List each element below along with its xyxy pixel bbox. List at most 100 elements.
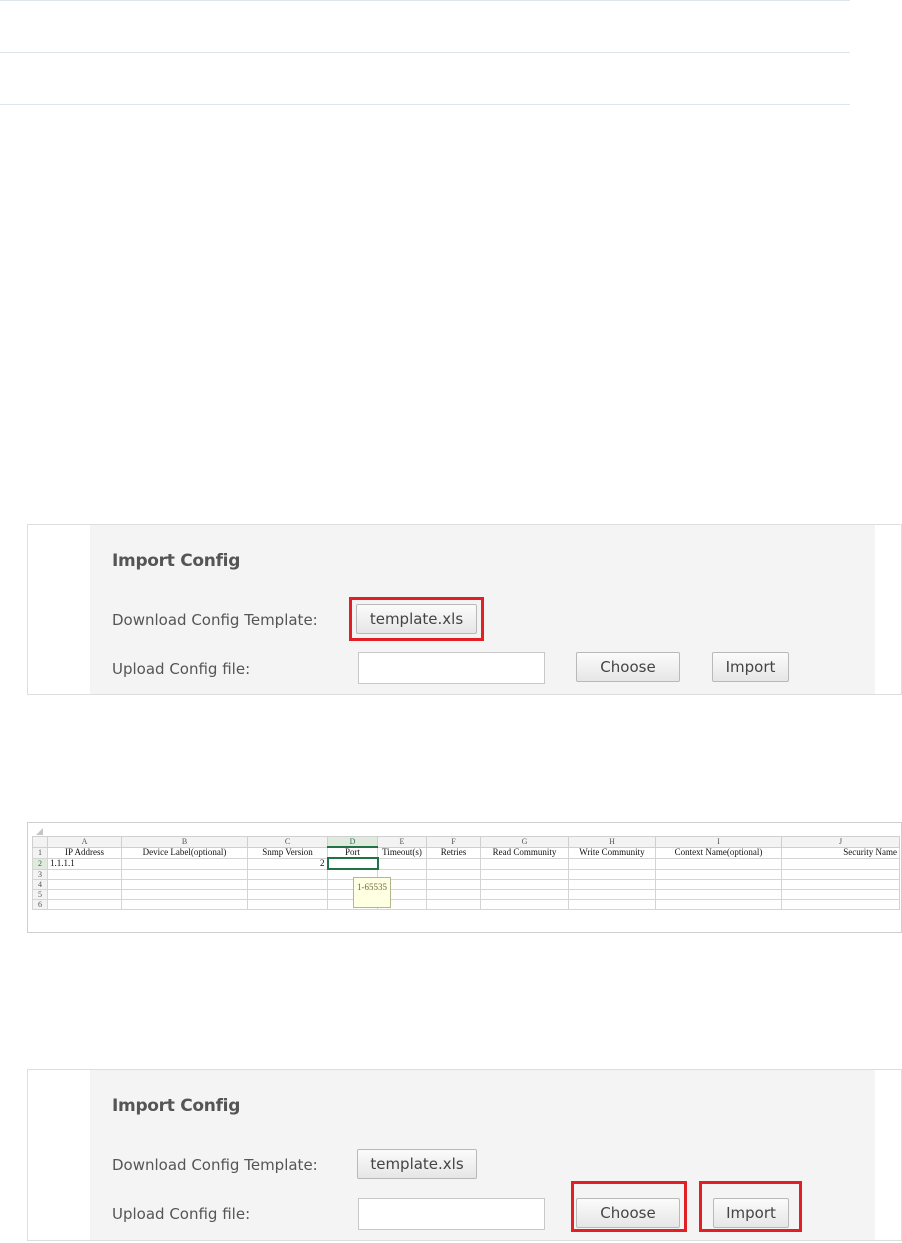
row-number[interactable]: 1 [32, 846, 48, 859]
cell[interactable] [247, 868, 328, 880]
row-number[interactable]: 3 [32, 868, 48, 880]
template-download-button[interactable]: template.xls [356, 604, 477, 634]
header-security-name[interactable]: Security Name [781, 846, 900, 859]
cell[interactable] [121, 868, 248, 880]
cell[interactable] [568, 899, 656, 910]
header-read-community[interactable]: Read Community [480, 846, 569, 859]
column-header-i[interactable]: I [655, 836, 782, 848]
row-number[interactable]: 5 [32, 889, 48, 900]
header-context-name[interactable]: Context Name(optional) [655, 846, 782, 859]
cell[interactable] [655, 899, 782, 910]
upload-file-input[interactable] [358, 652, 545, 684]
cell[interactable] [426, 889, 481, 900]
column-header-d[interactable]: D [327, 836, 378, 848]
port-range-tooltip: 1-65535 [353, 877, 391, 908]
cell[interactable] [247, 879, 328, 890]
choose-file-button[interactable]: Choose [576, 652, 680, 682]
cell[interactable] [47, 889, 122, 900]
row-number[interactable]: 2 [32, 857, 48, 870]
cell[interactable] [480, 857, 569, 870]
cell-ip-address[interactable]: 1.1.1.1 [47, 857, 122, 870]
upload-file-input[interactable] [358, 1198, 545, 1230]
download-template-label: Download Config Template: [112, 1156, 318, 1174]
cell[interactable] [655, 889, 782, 900]
download-template-label: Download Config Template: [112, 611, 318, 629]
row-number[interactable]: 4 [32, 879, 48, 890]
cell[interactable] [47, 899, 122, 910]
column-header-c[interactable]: C [247, 836, 328, 848]
cell[interactable] [121, 879, 248, 890]
table-row: 3 [32, 868, 900, 880]
column-header-h[interactable]: H [568, 836, 656, 848]
cell[interactable] [568, 868, 656, 880]
cell[interactable] [781, 899, 900, 910]
column-header-j[interactable]: J [781, 836, 900, 848]
cell[interactable] [655, 857, 782, 870]
upload-config-label: Upload Config file: [112, 660, 251, 678]
cell[interactable] [121, 857, 248, 870]
spreadsheet-template-preview: A B C D E F G H I J 1 IP Address Device … [27, 822, 902, 933]
import-button[interactable]: Import [712, 652, 789, 682]
header-device-label[interactable]: Device Label(optional) [121, 846, 248, 859]
cell[interactable] [247, 899, 328, 910]
cell[interactable] [426, 857, 481, 870]
panel-title: Import Config [112, 551, 241, 571]
column-header-e[interactable]: E [377, 836, 427, 848]
column-header-a[interactable]: A [47, 836, 122, 848]
import-button[interactable]: Import [713, 1198, 789, 1228]
cell[interactable] [47, 879, 122, 890]
header-ip-address[interactable]: IP Address [47, 846, 122, 859]
table-row: 5 [32, 889, 900, 900]
cell-port-active[interactable] [326, 857, 379, 870]
cell[interactable] [426, 868, 481, 880]
cell[interactable] [655, 879, 782, 890]
cell[interactable] [568, 857, 656, 870]
cell-snmp-version[interactable]: 2 [247, 857, 328, 870]
header-row: 1 IP Address Device Label(optional) Snmp… [32, 846, 900, 859]
cell[interactable] [377, 857, 427, 870]
cell[interactable] [480, 868, 569, 880]
cell[interactable] [480, 899, 569, 910]
cell[interactable] [568, 889, 656, 900]
header-timeout[interactable]: Timeout(s) [377, 846, 427, 859]
import-config-panel: Import Config Download Config Template: … [90, 1070, 875, 1240]
divider-line [0, 0, 850, 1]
cell[interactable] [121, 899, 248, 910]
corner-cell [32, 836, 48, 848]
cell[interactable] [426, 879, 481, 890]
table-row: 2 1.1.1.1 2 [32, 857, 900, 870]
panel-title: Import Config [112, 1096, 241, 1116]
column-header-row: A B C D E F G H I J [32, 836, 900, 848]
cell[interactable] [480, 889, 569, 900]
column-header-g[interactable]: G [480, 836, 569, 848]
header-retries[interactable]: Retries [426, 846, 481, 859]
cell[interactable] [655, 868, 782, 880]
cell[interactable] [781, 857, 900, 870]
import-config-panel: Import Config Download Config Template: … [90, 525, 875, 694]
header-write-community[interactable]: Write Community [568, 846, 656, 859]
select-all-corner[interactable] [36, 828, 43, 835]
import-config-screenshot-bottom: Import Config Download Config Template: … [27, 1069, 902, 1241]
table-row: 4 [32, 879, 900, 890]
cell[interactable] [47, 868, 122, 880]
header-snmp-version[interactable]: Snmp Version [247, 846, 328, 859]
divider-line [0, 52, 850, 53]
cell[interactable] [426, 899, 481, 910]
cell[interactable] [781, 889, 900, 900]
cell[interactable] [121, 889, 248, 900]
cell[interactable] [480, 879, 569, 890]
upload-config-label: Upload Config file: [112, 1205, 251, 1223]
import-config-screenshot-top: Import Config Download Config Template: … [27, 524, 902, 695]
template-download-button[interactable]: template.xls [357, 1149, 477, 1179]
column-header-f[interactable]: F [426, 836, 481, 848]
choose-file-button[interactable]: Choose [576, 1198, 680, 1228]
header-port[interactable]: Port [327, 846, 378, 859]
cell[interactable] [568, 879, 656, 890]
cell[interactable] [247, 889, 328, 900]
cell[interactable] [781, 868, 900, 880]
column-header-b[interactable]: B [121, 836, 248, 848]
cell[interactable] [781, 879, 900, 890]
table-row: 6 [32, 899, 900, 910]
spreadsheet-grid: A B C D E F G H I J 1 IP Address Device … [32, 836, 900, 910]
row-number[interactable]: 6 [32, 899, 48, 910]
